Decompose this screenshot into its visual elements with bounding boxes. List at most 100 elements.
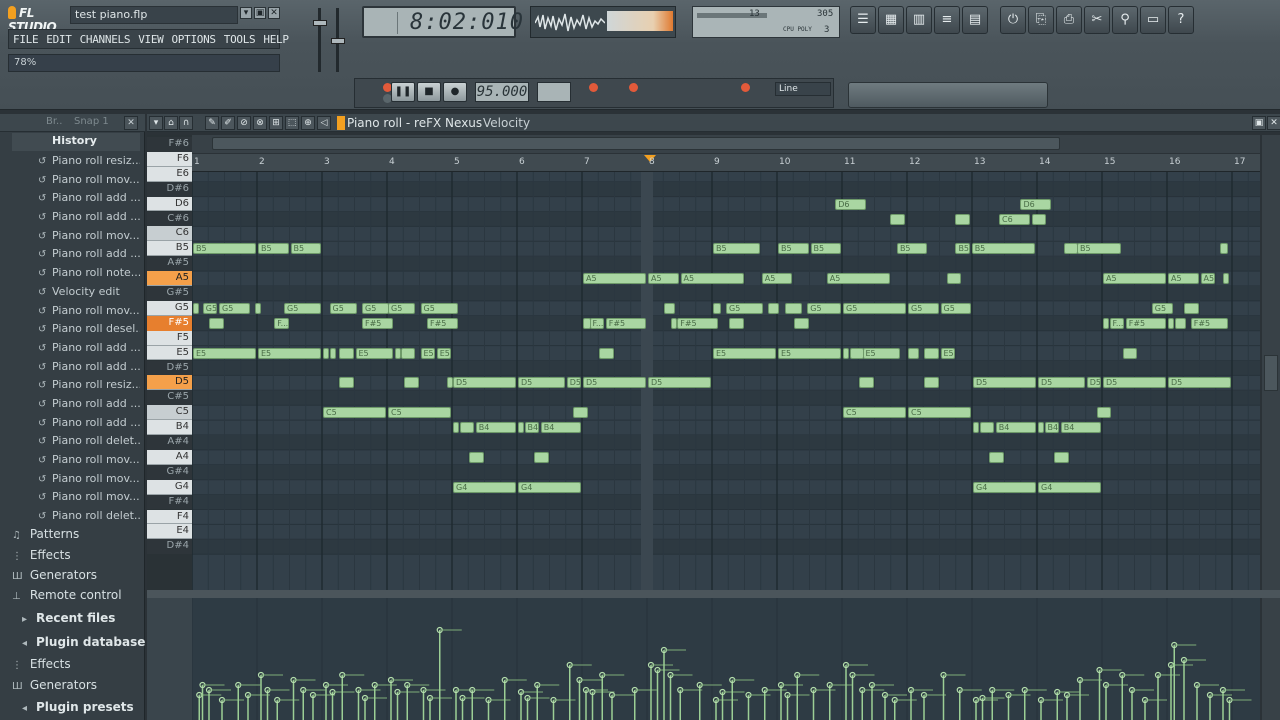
note[interactable]: G5 (388, 302, 416, 314)
piano-roll-title[interactable]: Piano roll - reFX Nexus (347, 116, 482, 130)
note[interactable]: G5 (420, 302, 458, 314)
note[interactable]: G5 (362, 302, 390, 314)
timeline-ruler[interactable]: 1 2 3 4 5 6 7 8 9 10 11 12 13 14 15 16 17 (192, 154, 1260, 172)
note[interactable]: B4 (1044, 422, 1059, 434)
note[interactable]: C5 (388, 407, 451, 419)
piano-key[interactable]: B4 (147, 420, 192, 435)
note[interactable]: F#5 (362, 317, 393, 329)
close-icon[interactable]: ✕ (268, 7, 280, 19)
piano-key[interactable]: F#4 (147, 494, 192, 510)
note[interactable] (979, 422, 994, 434)
detach-icon[interactable]: ▣ (1252, 116, 1266, 130)
piano-key[interactable]: F#5 (147, 315, 192, 331)
event-editor-splitter[interactable] (147, 590, 1280, 598)
note[interactable] (254, 302, 261, 314)
piano-key[interactable]: C#5 (147, 390, 192, 406)
countdown-led[interactable] (629, 83, 638, 92)
note[interactable] (924, 377, 939, 389)
note[interactable]: E5 (862, 347, 900, 359)
note[interactable]: E5 (193, 347, 256, 359)
note[interactable] (794, 317, 809, 329)
tree-remote-control[interactable]: ⊥ Remote control (12, 585, 140, 605)
note[interactable] (1054, 451, 1069, 463)
piano-key[interactable]: F6 (147, 151, 192, 167)
piano-keyboard[interactable]: F#6 F6 E6 D#6 D6 C#6 C6 B5 A#5 A5 G#5 G5 F#5 F5 E5 D#5 D… (147, 135, 192, 590)
note[interactable] (729, 317, 744, 329)
time-display[interactable]: 8:02:010 (362, 6, 523, 38)
event-scrollbar[interactable] (1262, 598, 1280, 720)
tree-generators[interactable]: Ш Generators (12, 565, 140, 585)
scroll-thumb[interactable] (1264, 355, 1278, 391)
note[interactable]: C5 (323, 407, 386, 419)
note[interactable] (1223, 273, 1230, 285)
piano-key[interactable]: A#5 (147, 256, 192, 272)
note[interactable]: G5 (329, 302, 357, 314)
note[interactable]: G4 (973, 481, 1036, 493)
paint-icon[interactable]: ✐ (221, 116, 235, 130)
stop-button[interactable]: ■ (417, 82, 441, 102)
note[interactable]: D6 (835, 198, 866, 210)
note[interactable]: D5 (1086, 377, 1101, 389)
menu-edit[interactable]: EDIT (42, 30, 75, 48)
note[interactable]: G5 (940, 302, 971, 314)
scroll-thumb[interactable] (212, 137, 1060, 150)
delete-icon[interactable]: ⊘ (237, 116, 251, 130)
note[interactable] (518, 422, 524, 434)
note[interactable] (459, 422, 474, 434)
note[interactable] (1122, 347, 1137, 359)
note[interactable]: B4 (524, 422, 539, 434)
note[interactable]: E5 (355, 347, 393, 359)
note[interactable] (947, 273, 962, 285)
note[interactable] (784, 302, 802, 314)
note[interactable]: D5 (1168, 377, 1231, 389)
note[interactable]: F#5 (677, 317, 718, 329)
note[interactable]: B4 (540, 422, 581, 434)
piano-key[interactable]: A5 (147, 271, 192, 286)
note[interactable]: G4 (518, 481, 581, 493)
note[interactable]: G5 (284, 302, 321, 314)
note[interactable] (849, 347, 864, 359)
note[interactable]: B5 (290, 243, 321, 255)
history-item[interactable]: ↺ Piano roll resiz... (12, 376, 140, 395)
note[interactable]: A5 (1168, 273, 1199, 285)
note[interactable]: G5 (1151, 302, 1173, 314)
note[interactable] (1103, 317, 1109, 329)
note[interactable]: G5 (219, 302, 250, 314)
note[interactable] (713, 302, 721, 314)
note[interactable]: G5 (202, 302, 217, 314)
pattern-number[interactable] (537, 82, 571, 102)
tempo-display[interactable]: 95.000 (475, 82, 529, 102)
close-icon[interactable]: ✕ (124, 116, 138, 130)
note[interactable]: B5 (896, 243, 928, 255)
note[interactable]: B5 (258, 243, 289, 255)
note[interactable] (1031, 213, 1046, 225)
note[interactable] (1174, 317, 1186, 329)
note[interactable]: D5 (1103, 377, 1166, 389)
note[interactable] (404, 377, 419, 389)
note[interactable] (890, 213, 905, 225)
menu-view[interactable]: VIEW (134, 30, 167, 48)
piano-key[interactable]: C6 (147, 226, 192, 242)
search-icon[interactable]: ⚲ (1112, 6, 1138, 34)
pencil-icon[interactable]: ✎ (205, 116, 219, 130)
note[interactable]: D5 (453, 377, 516, 389)
note[interactable] (446, 377, 453, 389)
note[interactable]: C5 (908, 407, 971, 419)
note[interactable] (453, 422, 459, 434)
note[interactable]: B5 (810, 243, 841, 255)
vertical-scrollbar[interactable] (1262, 135, 1280, 590)
history-item[interactable]: ↺ Piano roll add ... (12, 339, 140, 358)
note[interactable] (973, 422, 979, 434)
history-item[interactable]: ↺ Piano roll mov... (12, 451, 140, 470)
note[interactable]: A5 (680, 273, 744, 285)
snap-icon[interactable]: ∩ (179, 116, 193, 130)
piano-key[interactable]: E5 (147, 345, 192, 361)
master-volume-slider[interactable] (312, 8, 328, 72)
note[interactable]: A5 (761, 273, 793, 285)
note[interactable]: E5 (940, 347, 955, 359)
note[interactable]: B5 (193, 243, 256, 255)
note[interactable]: F#5 (1125, 317, 1166, 329)
playlist-icon[interactable]: ☰ (850, 6, 876, 34)
velocity-editor[interactable] (192, 598, 1260, 720)
browser-icon[interactable]: ≡ (934, 6, 960, 34)
